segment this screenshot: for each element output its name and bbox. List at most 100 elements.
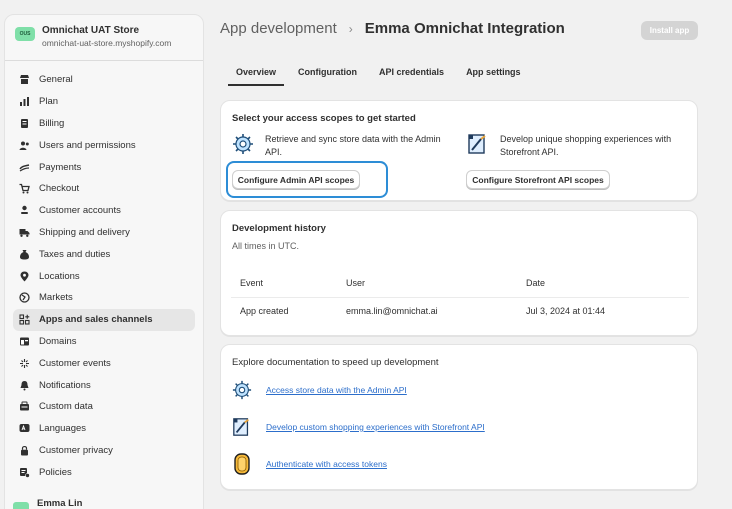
timezone-note: All times in UTC. [232, 241, 300, 251]
plan-chart-icon [19, 96, 30, 107]
sidebar-item-taxes[interactable]: Taxes and duties [13, 243, 195, 265]
doc-link-item: Develop custom shopping experiences with… [232, 417, 485, 437]
sidebar-item-custom-data[interactable]: Custom data [13, 396, 195, 418]
tab-configuration[interactable]: Configuration [290, 62, 365, 86]
storefront-api-scope: Develop unique shopping experiences with… [467, 133, 690, 159]
tab-overview[interactable]: Overview [228, 62, 285, 86]
tab-api-credentials[interactable]: API credentials [371, 62, 452, 86]
sidebar-item-label: Custom data [39, 401, 93, 413]
sidebar-item-label: Policies [39, 466, 72, 478]
sidebar-item-policies[interactable]: Policies [13, 461, 195, 483]
sidebar-item-apps-and-sales-channels[interactable]: Apps and sales channels [13, 308, 195, 331]
sidebar-item-label: Locations [39, 270, 80, 282]
install-app-button[interactable]: Install app [641, 21, 698, 40]
table-divider [231, 297, 689, 298]
sidebar-item-customer-accounts[interactable]: Customer accounts [13, 200, 195, 222]
sidebar-item-label: Taxes and duties [39, 248, 111, 260]
storefront-api-description: Develop unique shopping experiences with… [500, 134, 672, 157]
access-scopes-card: Select your access scopes to get started… [220, 100, 698, 201]
store-header[interactable]: OUS Omnichat UAT Store omnichat-uat-stor… [5, 15, 203, 61]
page-title: Emma Omnichat Integration [364, 20, 565, 37]
tab-bar: Overview Configuration API credentials A… [228, 62, 529, 86]
sidebar-item-label: Customer events [39, 357, 111, 369]
account-user[interactable]: Emma Lin [13, 493, 82, 509]
column-header-user: User [346, 278, 366, 288]
users-icon [19, 140, 30, 151]
user-name: Emma Lin [37, 497, 83, 509]
sidebar-item-payments[interactable]: Payments [13, 156, 195, 178]
settings-nav: General Plan Billing Users and permissio… [5, 61, 203, 509]
admin-api-description: Retrieve and sync store data with the Ad… [265, 134, 441, 157]
configure-storefront-api-scopes-button[interactable]: Configure Storefront API scopes [466, 170, 610, 189]
bell-icon [19, 380, 30, 391]
breadcrumb: App development › Emma Omnichat Integrat… [220, 20, 565, 37]
cart-icon [19, 183, 30, 194]
sidebar-item-shipping[interactable]: Shipping and delivery [13, 222, 195, 244]
sidebar-item-customer-events[interactable]: Customer events [13, 352, 195, 374]
sidebar-item-label: Apps and sales channels [39, 314, 153, 326]
development-history-title: Development history [232, 223, 326, 234]
store-avatar: OUS [15, 27, 35, 41]
development-history-card: Development history All times in UTC. Ev… [220, 210, 698, 336]
sidebar-item-plan[interactable]: Plan [13, 91, 195, 113]
sidebar-item-label: Markets [39, 292, 73, 304]
admin-api-scope: Retrieve and sync store data with the Ad… [232, 133, 455, 159]
sidebar-item-domains[interactable]: Domains [13, 331, 195, 353]
doc-link-storefront-api[interactable]: Develop custom shopping experiences with… [266, 422, 485, 432]
breadcrumb-separator: › [348, 21, 353, 36]
column-header-event: Event [240, 278, 264, 288]
avatar [13, 502, 29, 509]
storefront-api-icon [467, 133, 489, 155]
billing-icon [19, 118, 30, 129]
store-icon [19, 74, 30, 85]
lock-icon [19, 445, 30, 456]
domains-icon [19, 336, 30, 347]
sidebar-item-general[interactable]: General [13, 69, 195, 91]
person-icon [19, 205, 30, 216]
configure-admin-api-scopes-button[interactable]: Configure Admin API scopes [232, 170, 360, 189]
sidebar-item-notifications[interactable]: Notifications [13, 374, 195, 396]
store-name: Omnichat UAT Store [42, 25, 140, 36]
sidebar-item-label: Payments [39, 161, 82, 173]
sidebar-item-locations[interactable]: Locations [13, 265, 195, 287]
sidebar-item-label: Notifications [39, 379, 91, 391]
documentation-title: Explore documentation to speed up develo… [232, 357, 439, 368]
column-header-date: Date [526, 278, 546, 288]
doc-link-item: Access store data with the Admin API [232, 380, 407, 400]
sidebar-item-label: Domains [39, 335, 77, 347]
doc-link-admin-api[interactable]: Access store data with the Admin API [266, 385, 407, 395]
sidebar-item-label: Checkout [39, 183, 80, 195]
storefront-api-icon [232, 417, 252, 437]
sidebar-item-label: Languages [39, 423, 87, 435]
main-content: App development › Emma Omnichat Integrat… [220, 0, 732, 509]
sidebar-item-users[interactable]: Users and permissions [13, 134, 195, 156]
globe-icon [19, 292, 30, 304]
sidebar-item-markets[interactable]: Markets [13, 287, 195, 309]
location-pin-icon [19, 271, 30, 282]
sidebar-item-billing[interactable]: Billing [13, 113, 195, 135]
sidebar-item-checkout[interactable]: Checkout [13, 178, 195, 200]
breadcrumb-app-development[interactable]: App development [220, 20, 337, 37]
tab-app-settings[interactable]: App settings [458, 62, 529, 86]
doc-link-item: Authenticate with access tokens [232, 453, 387, 475]
sidebar-item-label: Users and permissions [39, 139, 136, 151]
sidebar-item-label: Customer privacy [39, 444, 113, 456]
sidebar-item-label: Billing [39, 117, 65, 129]
table-cell-event: App created [240, 306, 289, 316]
policies-icon [19, 467, 30, 478]
database-icon [19, 401, 30, 412]
sidebar-item-label: General [39, 74, 73, 86]
sidebar-item-customer-privacy[interactable]: Customer privacy [13, 440, 195, 462]
apps-icon [19, 314, 30, 325]
doc-link-access-tokens[interactable]: Authenticate with access tokens [266, 459, 387, 469]
payments-icon [19, 162, 30, 173]
sidebar-item-label: Customer accounts [39, 205, 121, 217]
documentation-card: Explore documentation to speed up develo… [220, 344, 698, 490]
sidebar-item-label: Shipping and delivery [39, 226, 130, 238]
settings-sidebar: OUS Omnichat UAT Store omnichat-uat-stor… [4, 14, 204, 509]
sidebar-item-label: Plan [39, 96, 59, 108]
access-scopes-title: Select your access scopes to get started [232, 113, 416, 124]
sidebar-item-languages[interactable]: Languages [13, 418, 195, 440]
truck-icon [19, 227, 30, 238]
table-cell-user: emma.lin@omnichat.ai [346, 306, 438, 316]
